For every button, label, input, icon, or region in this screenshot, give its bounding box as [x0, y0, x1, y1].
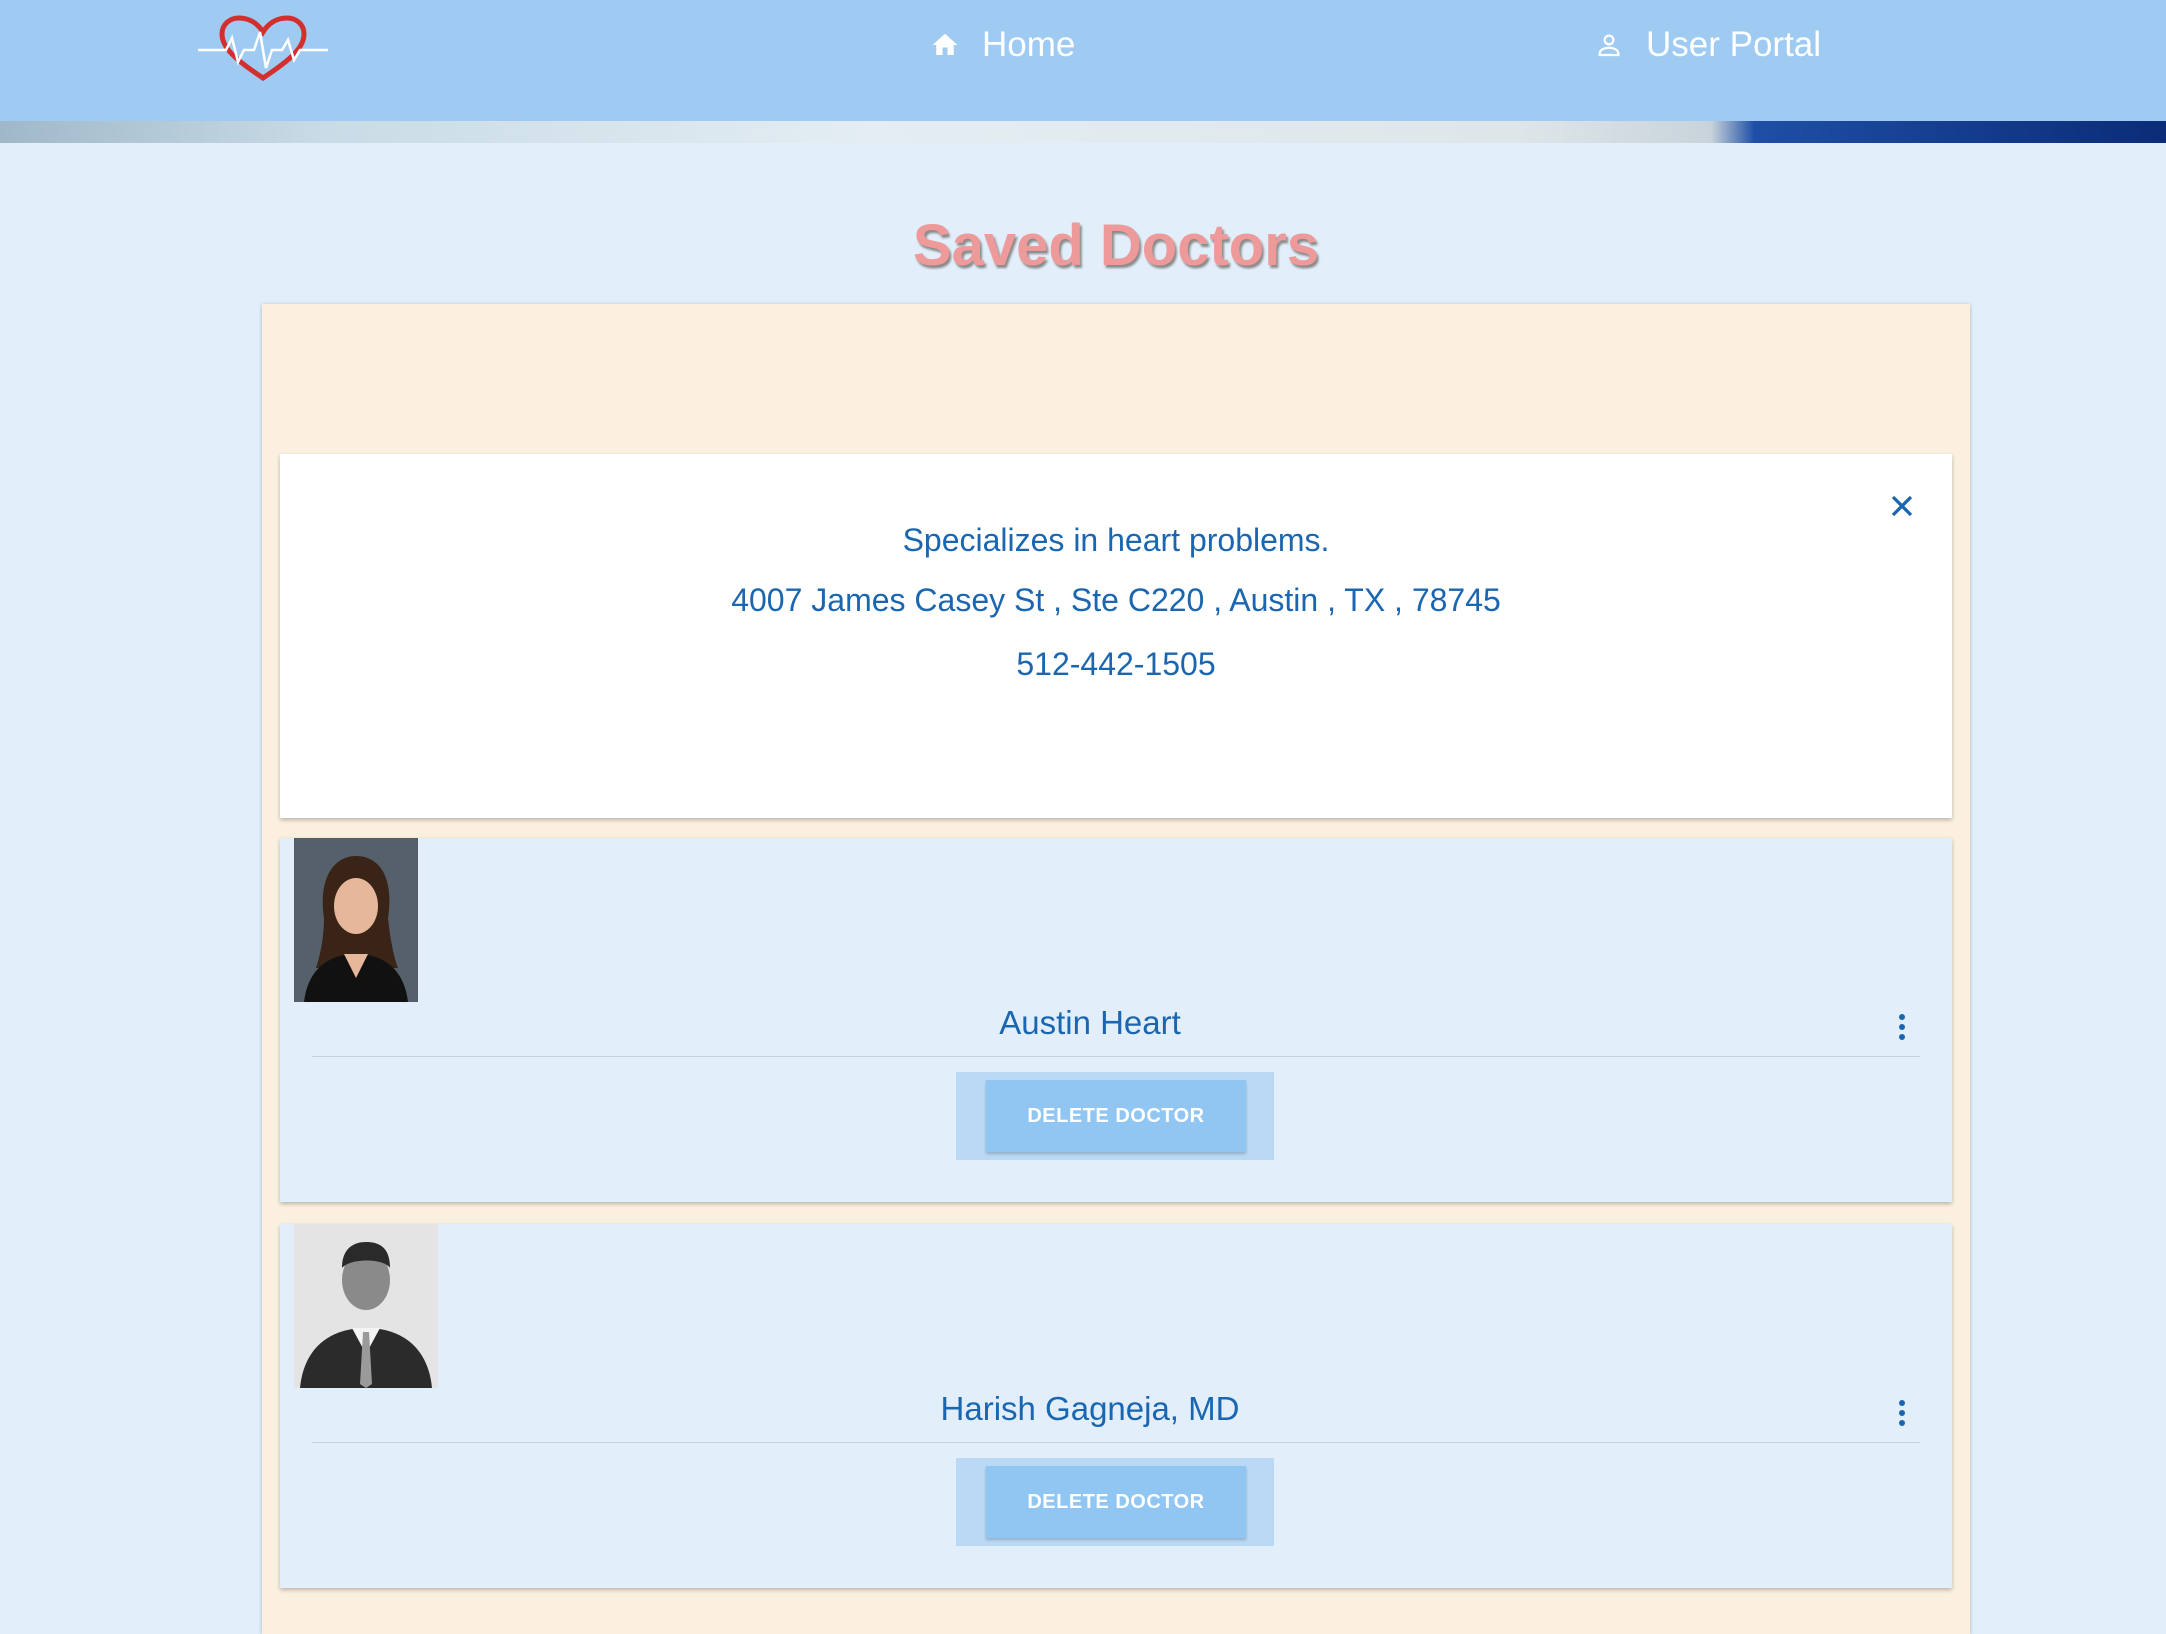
card-divider [312, 1442, 1920, 1443]
nav-user-portal-link[interactable]: User Portal [1594, 22, 1821, 68]
doctor-address: 4007 James Casey St , Ste C220 , Austin … [731, 582, 1501, 618]
doctor-name[interactable]: Austin Heart [280, 1004, 1900, 1042]
close-icon[interactable] [1884, 488, 1920, 524]
doctor-photo [294, 838, 418, 1002]
heart-pulse-logo[interactable] [196, 14, 330, 84]
doctor-photo [294, 1224, 438, 1388]
nav-home-label: Home [982, 25, 1076, 64]
home-icon [932, 33, 958, 55]
top-navbar: Home User Portal [0, 0, 2166, 121]
doctor-specialty: Specializes in heart problems. [902, 522, 1330, 558]
nav-home-link[interactable]: Home [930, 22, 1075, 68]
doctor-name[interactable]: Harish Gagneja, MD [280, 1390, 1900, 1428]
header-banner-strip [0, 121, 2166, 143]
delete-doctor-button[interactable]: DELETE DOCTOR [986, 1466, 1246, 1538]
card-divider [312, 1056, 1920, 1057]
doctor-detail-card: Specializes in heart problems. 4007 Jame… [280, 454, 1952, 818]
delete-doctor-button[interactable]: DELETE DOCTOR [986, 1080, 1246, 1152]
person-icon [1598, 34, 1620, 57]
doctor-card: Austin Heart DELETE DOCTOR [280, 838, 1952, 1202]
more-vert-icon[interactable] [1892, 1010, 1912, 1044]
doctor-phone: 512-442-1505 [1016, 646, 1216, 682]
nav-user-portal-label: User Portal [1646, 25, 1822, 64]
delete-button-wrapper: DELETE DOCTOR [956, 1072, 1274, 1160]
delete-button-wrapper: DELETE DOCTOR [956, 1458, 1274, 1546]
more-vert-icon[interactable] [1892, 1396, 1912, 1430]
doctor-card: Harish Gagneja, MD DELETE DOCTOR [280, 1224, 1952, 1588]
page-title: Saved Doctors [912, 213, 1320, 278]
